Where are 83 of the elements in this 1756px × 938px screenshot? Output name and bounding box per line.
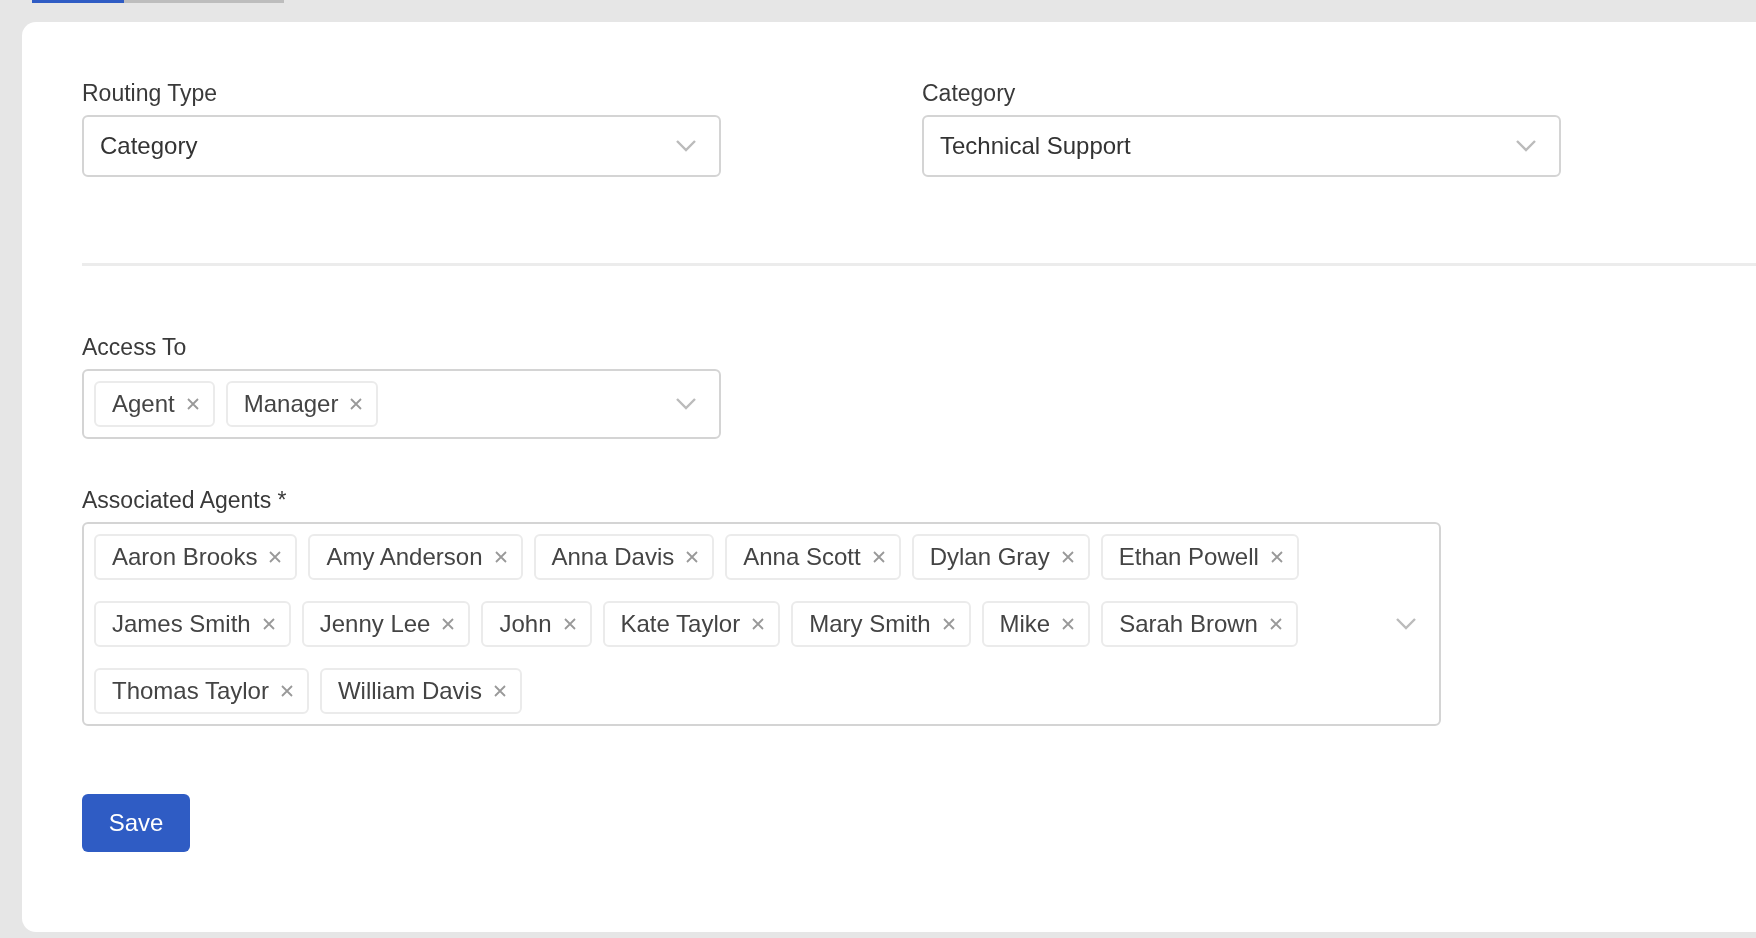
remove-tag-button[interactable] — [686, 551, 699, 563]
tag-label: James Smith — [112, 610, 251, 638]
tag-label: Anna Scott — [743, 543, 861, 571]
close-icon — [186, 398, 199, 410]
tag-chip[interactable]: Ethan Powell — [1100, 534, 1299, 580]
tag-label: John — [499, 610, 552, 638]
close-icon — [872, 551, 885, 563]
close-icon — [1061, 551, 1074, 563]
tag-label: William Davis — [337, 677, 482, 705]
save-button[interactable]: Save — [82, 794, 190, 852]
remove-tag-button[interactable] — [262, 618, 275, 630]
multi-select-field[interactable]: Aaron Brooks Amy Anderson Anna Davis Anna Scott Dylan Gray Ethan Powell James Smith Jenny Lee John Kate Taylor Mary Smith Mike Sarah Brown Thomas Taylor William Davis — [82, 522, 1441, 726]
remove-tag-button[interactable] — [350, 398, 363, 410]
tag-label: Ethan Powell — [1118, 543, 1259, 571]
remove-tag-button[interactable] — [493, 685, 506, 697]
tag-chip[interactable]: Aaron Brooks — [94, 534, 298, 580]
close-icon — [350, 398, 363, 410]
remove-tag-button[interactable] — [872, 551, 885, 563]
tag-chip[interactable]: Thomas Taylor — [94, 668, 309, 714]
remove-tag-button[interactable] — [280, 685, 293, 697]
tag-label: Dylan Gray — [929, 543, 1050, 571]
remove-tag-button[interactable] — [269, 551, 282, 563]
close-icon — [1269, 618, 1282, 630]
tag-chip[interactable]: Manager — [225, 381, 379, 427]
remove-tag-button[interactable] — [563, 618, 576, 630]
close-icon — [493, 685, 506, 697]
tag-chip[interactable]: Jenny Lee — [301, 601, 471, 647]
tag-label: Kate Taylor — [620, 610, 741, 638]
remove-tag-button[interactable] — [1061, 551, 1074, 563]
tag-label: Anna Davis — [551, 543, 675, 571]
field-label: Category — [922, 80, 1017, 107]
tag-label: Amy Anderson — [326, 543, 483, 571]
tag-label: Aaron Brooks — [112, 543, 258, 571]
tag-label: Mike — [999, 610, 1051, 638]
close-icon — [269, 551, 282, 563]
tag-label: Jenny Lee — [319, 610, 431, 638]
close-icon — [442, 618, 455, 630]
remove-tag-button[interactable] — [942, 618, 955, 630]
close-icon — [1062, 618, 1075, 630]
tag-label: Agent — [112, 390, 175, 418]
close-icon — [1270, 551, 1283, 563]
select-field[interactable]: Category — [82, 115, 721, 177]
close-icon — [752, 618, 765, 630]
close-icon — [280, 685, 293, 697]
tag-chip[interactable]: Anna Davis — [533, 534, 715, 580]
tag-chip[interactable]: Kate Taylor — [602, 601, 781, 647]
remove-tag-button[interactable] — [494, 551, 507, 563]
field-label: Routing Type — [82, 80, 219, 107]
tag-label: Sarah Brown — [1119, 610, 1258, 638]
select-value: Category — [100, 132, 198, 160]
remove-tag-button[interactable] — [186, 398, 199, 410]
tag-chip[interactable]: Amy Anderson — [308, 534, 523, 580]
select-field[interactable]: Technical Support — [922, 115, 1561, 177]
field-label: Associated Agents * — [82, 487, 288, 514]
tag-chip[interactable]: John — [481, 601, 592, 647]
tag-chip[interactable]: Dylan Gray — [911, 534, 1090, 580]
remove-tag-button[interactable] — [442, 618, 455, 630]
close-icon — [494, 551, 507, 563]
remove-tag-button[interactable] — [1062, 618, 1075, 630]
chevron-down-icon — [1515, 139, 1537, 153]
field-label: Access To — [82, 334, 188, 361]
tag-label: Manager — [243, 390, 339, 418]
tag-chip[interactable]: Mary Smith — [791, 601, 971, 647]
multi-select-field[interactable]: Agent Manager — [82, 369, 721, 439]
chevron-down-icon — [675, 397, 697, 411]
close-icon — [942, 618, 955, 630]
tag-label: Mary Smith — [809, 610, 931, 638]
select-value: Technical Support — [940, 132, 1131, 160]
remove-tag-button[interactable] — [1270, 551, 1283, 563]
tag-chip[interactable]: Sarah Brown — [1101, 601, 1298, 647]
tag-chip[interactable]: William Davis — [319, 668, 522, 714]
close-icon — [563, 618, 576, 630]
remove-tag-button[interactable] — [752, 618, 765, 630]
close-icon — [686, 551, 699, 563]
tag-chip[interactable]: James Smith — [94, 601, 291, 647]
chevron-down-icon — [1395, 617, 1417, 631]
tag-chip[interactable]: Anna Scott — [725, 534, 901, 580]
tag-label: Thomas Taylor — [112, 677, 269, 705]
chevron-down-icon — [675, 139, 697, 153]
tag-chip[interactable]: Mike — [981, 601, 1091, 647]
close-icon — [262, 618, 275, 630]
remove-tag-button[interactable] — [1269, 618, 1282, 630]
tag-chip[interactable]: Agent — [94, 381, 215, 427]
